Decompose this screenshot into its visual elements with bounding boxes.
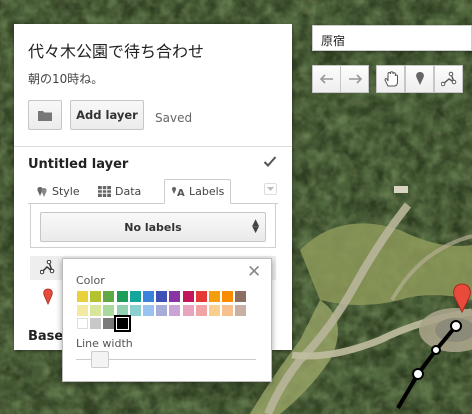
color-swatch[interactable] — [103, 291, 115, 302]
color-swatch[interactable] — [195, 304, 207, 316]
color-swatch[interactable] — [90, 291, 102, 302]
style-icon — [37, 186, 47, 197]
hand-icon — [383, 71, 398, 87]
color-swatch[interactable] — [169, 291, 181, 302]
color-swatch[interactable] — [143, 304, 154, 316]
color-swatch[interactable] — [209, 291, 220, 302]
line-width-label: Line width — [76, 337, 133, 350]
saved-status: Saved — [155, 111, 193, 125]
color-swatch[interactable] — [90, 304, 102, 316]
undo-icon — [319, 74, 333, 84]
search-input[interactable]: 原宿 — [312, 25, 472, 51]
color-swatch[interactable] — [222, 304, 234, 316]
select-arrows-icon: ▲ ▼ — [252, 218, 259, 235]
color-swatch[interactable] — [113, 315, 131, 332]
layer-visibility-checkbox[interactable] — [263, 155, 277, 169]
color-swatch[interactable] — [129, 304, 141, 316]
pan-tool-button[interactable] — [376, 65, 405, 93]
layer-tabs: Style Data A Labels — [28, 179, 278, 204]
color-swatch[interactable] — [103, 318, 115, 329]
color-swatch[interactable] — [90, 318, 102, 329]
folder-icon — [38, 110, 52, 121]
layer-options-button[interactable] — [264, 183, 277, 195]
labels-select[interactable]: No labels ▲ ▼ — [40, 212, 266, 242]
divider — [14, 146, 292, 147]
labels-icon: A — [171, 186, 185, 198]
color-swatch[interactable] — [235, 304, 247, 316]
map-title[interactable]: 代々木公園で待ち合わせ — [28, 38, 204, 62]
tab-style-label: Style — [52, 185, 80, 198]
redo-button[interactable] — [340, 65, 369, 93]
marker-tool-button[interactable] — [405, 65, 434, 93]
color-label: Color — [76, 274, 105, 287]
color-swatch[interactable] — [222, 291, 234, 302]
map-description[interactable]: 朝の10時ね。 — [28, 70, 103, 87]
color-swatch[interactable] — [143, 291, 154, 302]
color-swatch[interactable] — [116, 291, 128, 302]
tab-labels-label: Labels — [189, 185, 225, 198]
color-swatch[interactable] — [156, 291, 168, 302]
chevron-down-icon — [267, 186, 274, 191]
color-swatch[interactable] — [103, 304, 115, 316]
color-swatch[interactable] — [169, 304, 181, 316]
add-layer-button[interactable]: Add layer — [70, 100, 144, 130]
line-icon — [440, 71, 456, 87]
tab-style[interactable]: Style — [36, 179, 80, 204]
open-folder-button[interactable] — [28, 100, 62, 130]
color-swatch[interactable] — [156, 304, 168, 316]
color-swatch[interactable] — [77, 304, 88, 316]
line-width-slider-handle[interactable] — [91, 351, 109, 368]
color-swatch[interactable] — [77, 318, 88, 329]
color-swatch[interactable] — [77, 291, 88, 302]
line-tool-button[interactable] — [434, 65, 463, 93]
marker-icon — [415, 72, 424, 85]
tab-data-label: Data — [115, 185, 142, 198]
svg-text:A: A — [177, 188, 185, 198]
style-popup: Color ✕ Line width — [62, 258, 272, 382]
marker-style-icon[interactable] — [42, 288, 54, 306]
redo-icon — [348, 74, 362, 84]
color-swatch[interactable] — [129, 291, 141, 302]
tab-labels[interactable]: A Labels — [164, 179, 232, 204]
line-style-icon[interactable] — [40, 260, 56, 276]
close-icon[interactable]: ✕ — [247, 263, 261, 281]
color-swatch[interactable] — [209, 304, 220, 316]
color-swatch[interactable] — [182, 304, 194, 316]
tab-data[interactable]: Data — [98, 179, 141, 204]
color-swatch[interactable] — [116, 304, 128, 316]
color-swatch[interactable] — [195, 291, 207, 302]
color-swatch[interactable] — [235, 291, 247, 302]
undo-button[interactable] — [312, 65, 341, 93]
color-swatch[interactable] — [182, 291, 194, 302]
layer-title[interactable]: Untitled layer — [28, 157, 128, 172]
labels-select-value: No labels — [124, 220, 182, 234]
base-map-label[interactable]: Base — [28, 329, 63, 344]
table-icon — [98, 186, 111, 197]
